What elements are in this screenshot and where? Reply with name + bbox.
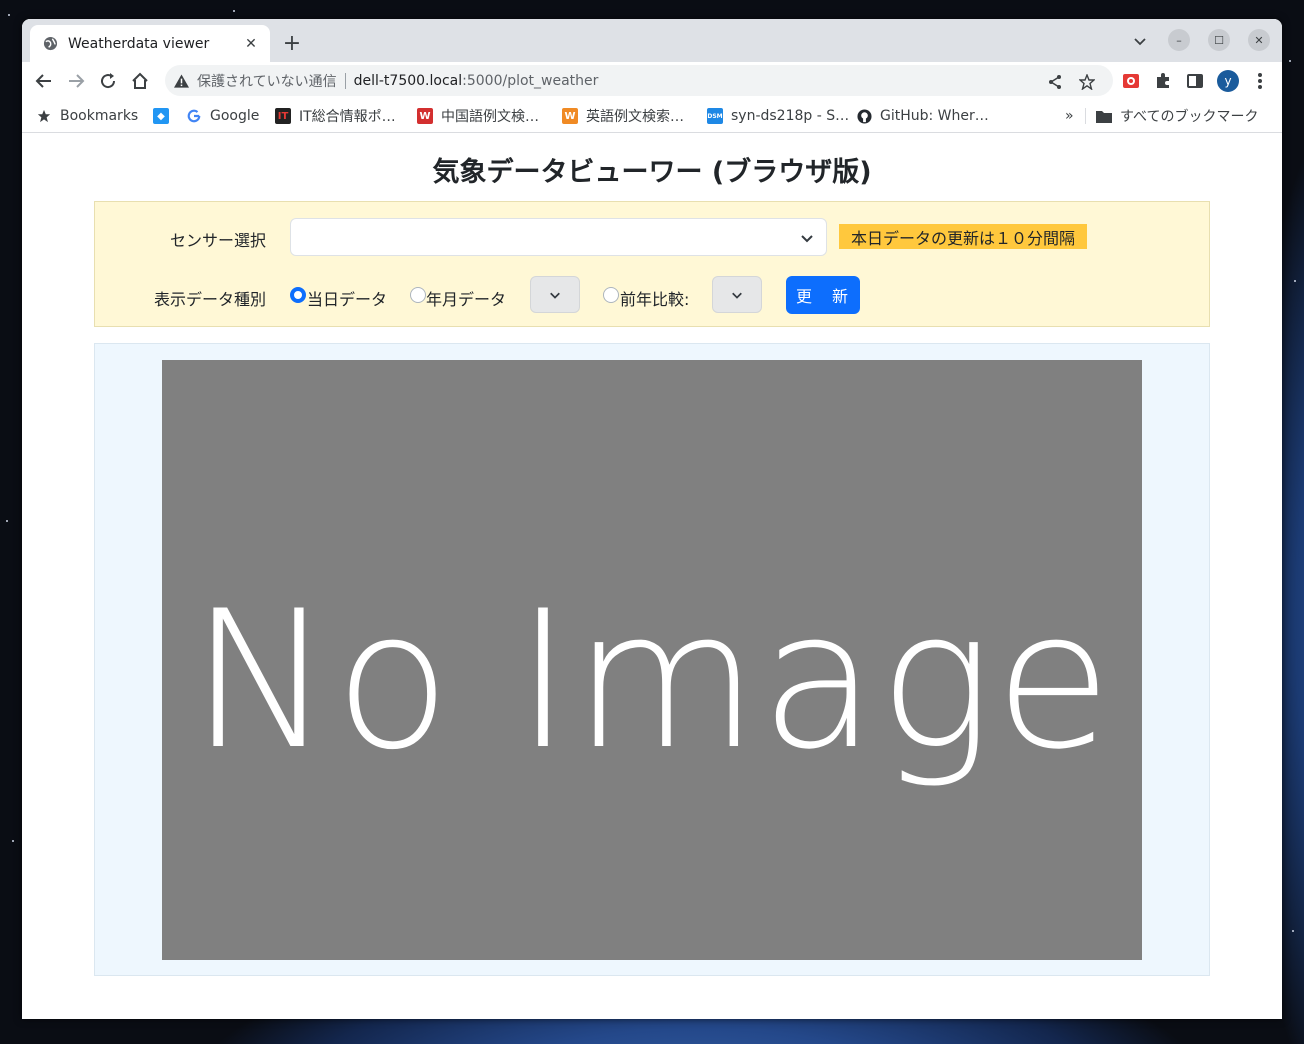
warning-icon[interactable] <box>173 73 189 89</box>
tab-strip: Weatherdata viewer ✕ + – ☐ ✕ <box>22 19 1282 62</box>
bookmark-star-icon[interactable] <box>1077 72 1097 92</box>
bookmark-label: 英語例文検索… <box>586 109 684 125</box>
bookmarks-overflow-button[interactable]: » <box>1065 106 1074 126</box>
omnibox-divider <box>344 72 346 89</box>
globe-icon <box>42 36 58 52</box>
bookmarks-bar: Bookmarks ◆ Google IT IT総合情報ポ… W 中国語例文検…… <box>22 99 1282 133</box>
option-month-label[interactable]: 年月データ <box>426 286 506 310</box>
reload-icon[interactable] <box>97 70 119 92</box>
back-arrow-icon[interactable] <box>33 70 55 92</box>
google-icon <box>186 108 202 124</box>
security-status[interactable]: 保護されていない通信 <box>197 71 337 91</box>
chevron-down-icon[interactable] <box>1130 31 1150 51</box>
bookmark-it[interactable]: IT IT総合情報ポ… <box>275 106 396 126</box>
bookmark-label: 中国語例文検… <box>441 109 539 125</box>
bookmark-label: Bookmarks <box>60 108 139 124</box>
radio-compare[interactable] <box>603 287 619 303</box>
maximize-button[interactable]: ☐ <box>1208 29 1230 51</box>
w-red-icon: W <box>417 108 433 124</box>
star <box>6 520 8 522</box>
radio-today[interactable] <box>290 287 306 303</box>
bookmark-google[interactable]: Google <box>186 106 259 126</box>
sensor-label: センサー選択 <box>170 231 267 250</box>
bookmark-english[interactable]: W 英語例文検索… <box>562 106 684 126</box>
minimize-button[interactable]: – <box>1168 29 1190 51</box>
page-content: 気象データビューワー (ブラウザ版) センサー選択 本日データの更新は１０分間隔… <box>22 134 1282 1019</box>
no-image-text: No Image <box>190 569 1114 791</box>
update-button[interactable]: 更 新 <box>786 276 860 314</box>
bookmark-label: GitHub: Wher… <box>880 108 989 124</box>
page-title: 気象データビューワー (ブラウザ版) <box>432 157 872 188</box>
url-host: dell-t7500.local <box>353 72 463 89</box>
share-icon[interactable] <box>1045 72 1065 92</box>
star-icon <box>36 108 52 124</box>
url-path: :5000/plot_weather <box>462 72 599 89</box>
chevron-down-icon <box>550 292 560 299</box>
option-compare-label[interactable]: 前年比較: <box>620 286 689 310</box>
folder-icon <box>1096 108 1112 124</box>
app-icon: ◆ <box>153 108 169 124</box>
update-interval-notice: 本日データの更新は１０分間隔 <box>839 224 1088 249</box>
new-tab-button[interactable]: + <box>280 31 304 56</box>
address-bar[interactable]: 保護されていない通信 dell-t7500.local :5000/plot_w… <box>165 65 1113 96</box>
bookmark-bookmarks[interactable]: Bookmarks <box>36 106 138 126</box>
bookmarks-divider <box>1085 108 1086 124</box>
compare-select[interactable] <box>712 276 762 313</box>
all-bookmarks-label: すべてのブックマーク <box>1120 109 1259 125</box>
star <box>1292 930 1294 932</box>
kebab-menu-icon[interactable] <box>1250 71 1270 91</box>
dsm-icon: DSM <box>707 108 723 124</box>
window-close-button[interactable]: ✕ <box>1248 29 1270 51</box>
tab-weatherdata[interactable]: Weatherdata viewer ✕ <box>30 25 270 62</box>
it-icon: IT <box>275 108 291 124</box>
month-select[interactable] <box>530 276 580 313</box>
home-icon[interactable] <box>129 70 151 92</box>
tab-title: Weatherdata viewer <box>68 35 210 52</box>
data-type-label: 表示データ種別 <box>154 290 267 309</box>
close-icon[interactable]: ✕ <box>242 35 260 53</box>
bookmark-label: IT総合情報ポ… <box>299 109 396 125</box>
star <box>233 10 235 12</box>
image-panel: No Image <box>94 343 1210 976</box>
bookmark-label: syn-ds218p - S… <box>731 108 850 124</box>
bookmark-github[interactable]: GitHub: Wher… <box>856 106 989 126</box>
all-bookmarks-folder[interactable]: すべてのブックマーク <box>1096 106 1258 126</box>
screenshot-extension-icon[interactable] <box>1121 71 1141 91</box>
bookmark-chinese[interactable]: W 中国語例文検… <box>417 106 539 126</box>
browser-window: Weatherdata viewer ✕ + – ☐ ✕ 保護されていない通信 <box>22 19 1282 1019</box>
chevron-down-icon <box>732 292 742 299</box>
bookmark-app[interactable]: ◆ <box>153 106 177 126</box>
star <box>1289 60 1291 62</box>
weather-plot-placeholder: No Image <box>162 360 1142 960</box>
chevron-down-icon <box>800 230 814 249</box>
w-orange-icon: W <box>562 108 578 124</box>
extensions-puzzle-icon[interactable] <box>1153 71 1173 91</box>
side-panel-icon[interactable] <box>1185 71 1205 91</box>
bookmark-label: Google <box>210 108 260 124</box>
github-icon <box>856 108 872 124</box>
star <box>1294 280 1296 282</box>
option-today-label[interactable]: 当日データ <box>307 286 387 310</box>
radio-month[interactable] <box>410 287 426 303</box>
star <box>12 840 14 842</box>
profile-avatar[interactable]: y <box>1217 70 1239 92</box>
sensor-select[interactable] <box>290 218 827 256</box>
forward-arrow-icon[interactable] <box>65 70 87 92</box>
bookmark-synology[interactable]: DSM syn-ds218p - S… <box>707 106 849 126</box>
star <box>8 14 10 16</box>
control-panel: センサー選択 本日データの更新は１０分間隔 表示データ種別 当日データ 年月デー… <box>94 201 1210 327</box>
browser-toolbar: 保護されていない通信 dell-t7500.local :5000/plot_w… <box>22 62 1282 99</box>
